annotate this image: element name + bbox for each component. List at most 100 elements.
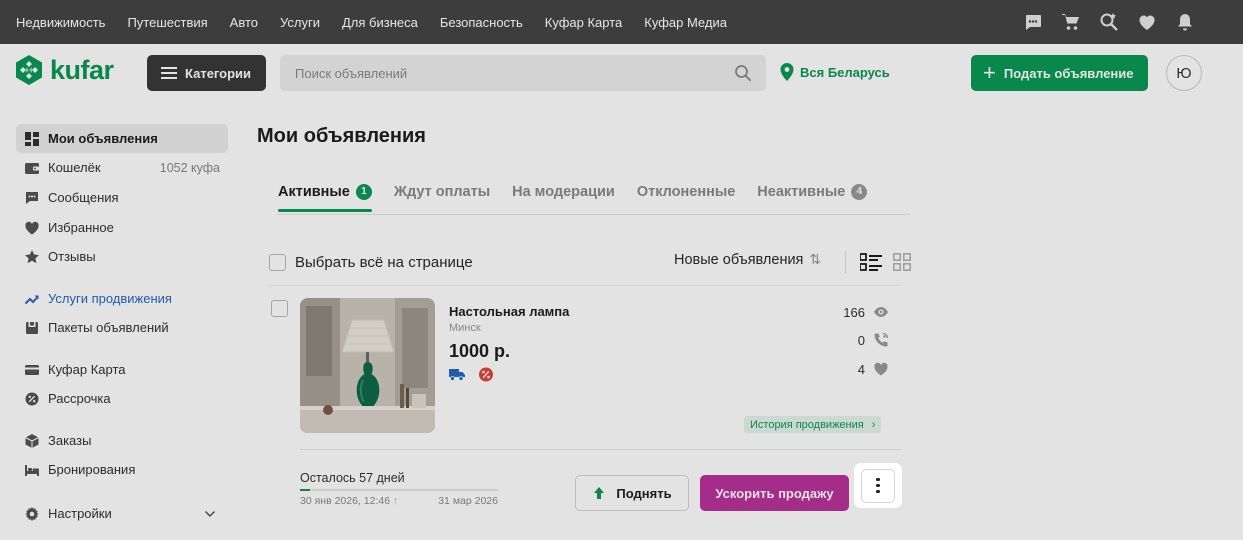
tab-moderation[interactable]: На модерации [512,169,615,215]
promo-history-label: История продвижения [750,418,864,431]
ad-photo[interactable] [300,298,435,433]
favorites-stat: 4 [858,361,889,377]
sidebar-item-wallet[interactable]: Кошелёк 1052 куфа [16,153,228,182]
divider [845,251,846,273]
sidebar-item-label: Настройки [48,506,112,521]
sidebar-item-bookings[interactable]: Бронирования [16,455,228,484]
categories-label: Категории [185,65,252,81]
raise-button[interactable]: Поднять [575,475,689,511]
package-icon [24,320,40,336]
tab-label: Отклоненные [636,183,736,200]
chat-icon [24,190,40,206]
list-view-icon[interactable] [860,253,882,271]
post-ad-button[interactable]: + Подать объявление [971,55,1148,91]
tab-awaiting-payment[interactable]: Ждут оплаты [394,169,490,215]
header: kufar Категории Вся Беларусь + Подать об… [0,44,1243,102]
ad-divider [300,449,901,450]
tab-active[interactable]: Активные 1 [278,169,372,215]
arrow-up-icon [594,487,605,499]
sidebar-item-label: Кошелёк [48,160,101,175]
installment-icon [24,391,40,407]
views-count: 166 [843,304,865,320]
promo-history-link[interactable]: История продвижения › [744,416,882,433]
saved-search-icon[interactable] [1099,12,1119,32]
small-arrow-icon: ↑ [392,495,399,507]
kufar-logo-icon [16,55,42,85]
kufar-logo[interactable]: kufar [14,54,114,86]
days-remaining: Осталось 57 дней [300,471,405,485]
topnav-link-auto[interactable]: Авто [230,15,258,30]
search-icon[interactable] [734,64,752,82]
topnav-link-business[interactable]: Для бизнеса [342,15,418,30]
topnav-link-travel[interactable]: Путешествия [127,15,207,30]
wallet-icon [24,160,40,176]
sidebar-item-orders[interactable]: Заказы [16,426,228,455]
more-options-button[interactable] [854,463,902,508]
tab-label: Ждут оплаты [393,183,491,200]
lifetime-dates: 30 янв 2026, 12:46 ↑ 31 мар 2026 [300,495,498,507]
tabs-bar: Активные 1 Ждут оплаты На модерации Откл… [278,169,910,215]
tab-inactive[interactable]: Неактивные 4 [757,169,868,215]
categories-button[interactable]: Категории [147,55,266,91]
lifetime-progress-bar [300,489,498,491]
tab-label: Неактивные [757,183,846,200]
star-icon [24,249,40,265]
location-pin-icon [780,63,794,81]
topnav-link-realty[interactable]: Недвижимость [16,15,105,30]
topnav-link-services[interactable]: Услуги [280,15,320,30]
topnav-link-kufar-card[interactable]: Куфар Карта [545,15,622,30]
chat-icon[interactable] [1023,12,1043,32]
heart-icon[interactable] [1137,12,1157,32]
sort-arrows-icon: ⇅ [809,251,822,267]
chevron-down-icon[interactable] [204,508,216,520]
heart-icon [874,362,888,376]
raise-label: Поднять [616,485,672,501]
grid-icon [24,131,40,147]
sidebar-item-kufar-card[interactable]: Куфар Карта [16,355,228,384]
sidebar-item-reviews[interactable]: Отзывы [16,242,228,271]
sort-selector[interactable]: Новые объявления ⇅ [674,251,821,268]
sidebar-item-label: Рассрочка [48,391,111,406]
tab-rejected[interactable]: Отклоненные [637,169,735,215]
bell-icon[interactable] [1175,12,1195,32]
sidebar-item-my-ads[interactable]: Мои объявления [16,124,228,153]
select-all-checkbox[interactable] [269,253,286,271]
favorites-count: 4 [857,361,865,377]
card-icon [24,362,40,378]
sidebar-item-installment[interactable]: Рассрочка [16,384,228,413]
region-selector[interactable]: Вся Беларусь [779,63,890,81]
bed-icon [24,462,40,478]
select-row: Выбрать всё на странице Новые объявления… [269,251,911,273]
sidebar-item-packages[interactable]: Пакеты объявлений [16,313,228,342]
cart-icon[interactable] [1061,12,1081,32]
topnav-link-security[interactable]: Безопасность [440,15,523,30]
sidebar-item-label: Отзывы [48,249,96,264]
avatar[interactable]: Ю [1166,55,1202,91]
select-all-label[interactable]: Выбрать всё на странице [295,254,473,271]
grid-view-icon[interactable] [893,253,911,271]
box-icon [24,433,40,449]
tab-label: Активные [278,183,350,200]
topnav-link-kufar-media[interactable]: Куфар Медиа [644,15,727,30]
more-vertical-icon [861,468,895,503]
heart-icon [24,220,40,236]
ad-title[interactable]: Настольная лампа [449,304,569,319]
search-input[interactable] [295,65,734,81]
eye-icon [874,307,888,317]
sort-label: Новые объявления [674,251,804,268]
tab-count-badge: 1 [355,183,372,200]
sidebar-item-settings[interactable]: Настройки [16,499,228,528]
tab-count-badge: 4 [851,183,868,200]
date-start: 30 янв 2026, 12:46 [300,495,391,507]
date-end: 31 мар 2026 [438,495,498,507]
tab-label: На модерации [512,183,615,200]
sidebar-item-label: Избранное [48,220,114,235]
ad-checkbox[interactable] [271,300,288,317]
ad-price: 1000 р. [449,341,511,361]
sidebar-item-messages[interactable]: Сообщения [16,183,228,212]
sidebar-item-favorites[interactable]: Избранное [16,213,228,242]
sidebar-item-label: Бронирования [48,462,136,477]
boost-sale-button[interactable]: Ускорить продажу [700,475,849,511]
sidebar-item-promo-services[interactable]: Услуги продвижения [16,284,228,313]
page-title: Мои объявления [257,125,426,147]
